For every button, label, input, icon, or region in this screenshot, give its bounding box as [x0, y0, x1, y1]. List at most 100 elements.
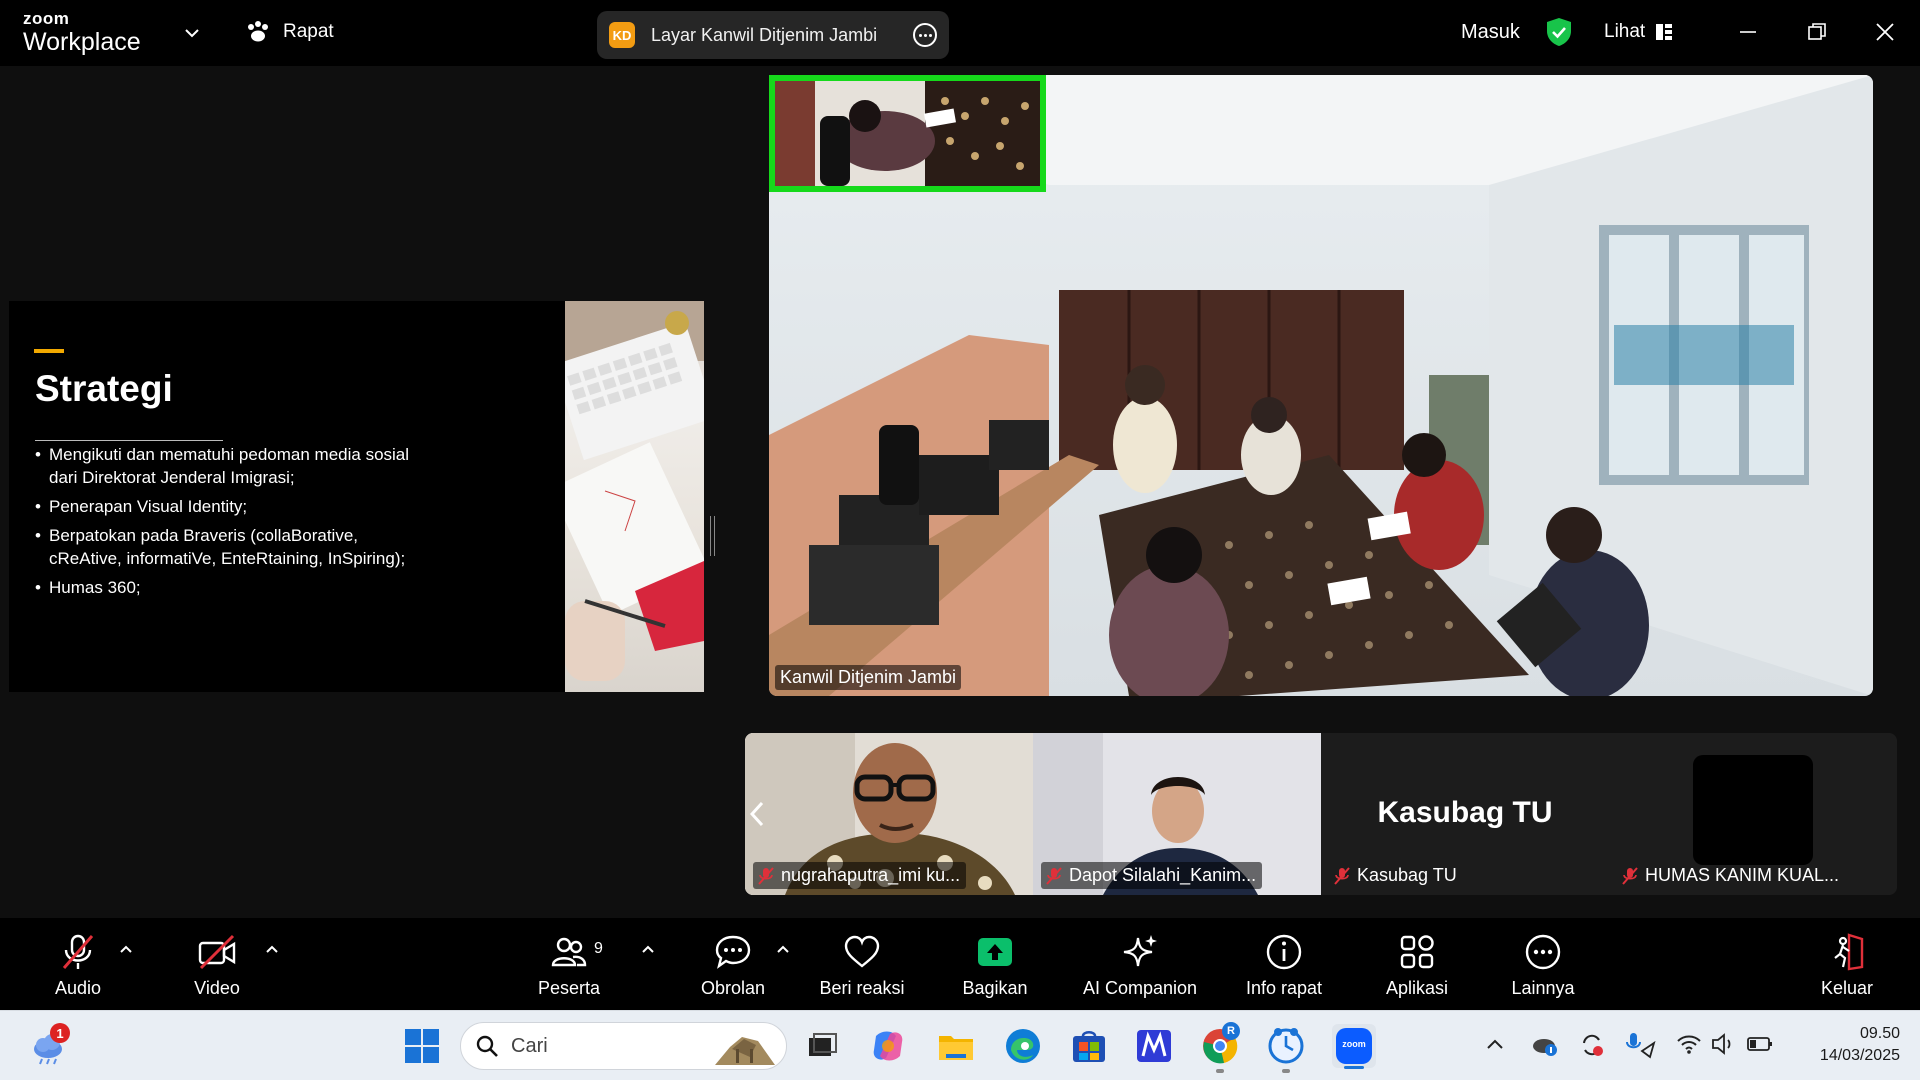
zoom-meeting-window: zoom Workplace Rapat KD Layar Kanwil Dit… [0, 0, 1920, 1080]
clock-time: 09.50 [1859, 1025, 1900, 1042]
participant-name-tag: Dapot Silalahi_Kanim... [1041, 862, 1263, 889]
apps-button[interactable]: Aplikasi [1352, 932, 1482, 999]
participant-name-tag: Kasubag TU [1329, 862, 1463, 889]
reactions-label: Beri reaksi [819, 978, 905, 998]
chrome-button[interactable]: R [1200, 1022, 1240, 1073]
audio-options-caret[interactable] [119, 944, 133, 954]
wifi-icon[interactable] [1676, 1031, 1702, 1057]
search-icon [476, 1035, 498, 1057]
video-button[interactable]: Video [152, 932, 282, 999]
slide-bullet: Berpatokan pada Braveris (collaBorative,… [35, 524, 415, 570]
reactions-button[interactable]: Beri reaksi [797, 932, 927, 999]
ms-store-button[interactable] [1069, 1026, 1109, 1066]
split-view-resize-handle[interactable] [710, 516, 715, 556]
zoom-taskbar-button[interactable]: zoom [1332, 1024, 1376, 1069]
battery-icon[interactable] [1746, 1033, 1774, 1055]
title-rule [35, 440, 223, 441]
task-view-button[interactable] [802, 1026, 842, 1066]
participant-tile[interactable]: Dapot Silalahi_Kanim... [1033, 733, 1321, 895]
chevron-left-icon [750, 801, 764, 827]
tray-overflow-chevron-icon[interactable] [1484, 1033, 1506, 1055]
strip-previous-button[interactable] [747, 795, 767, 833]
slide-bullet: Penerapan Visual Identity; [35, 495, 415, 518]
self-view-active-speaker[interactable] [769, 75, 1046, 192]
meeting-info-button[interactable]: Info rapat [1219, 932, 1349, 999]
share-label: Layar Kanwil Ditjenim Jambi [651, 24, 878, 45]
copilot-button[interactable] [868, 1026, 908, 1066]
onedrive-icon[interactable] [1530, 1032, 1558, 1058]
brand-workplace: Workplace [23, 28, 141, 56]
chevron-down-icon[interactable] [183, 24, 201, 42]
mic-in-use-icon[interactable] [1624, 1031, 1656, 1059]
audio-label: Audio [54, 978, 102, 998]
search-highlight-image [715, 1037, 775, 1065]
apps-icon [1400, 935, 1434, 969]
layout-icon [1656, 24, 1673, 40]
close-icon[interactable] [1871, 18, 1899, 46]
chat-options-caret[interactable] [776, 944, 790, 954]
weather-widget[interactable]: 1 [28, 1023, 72, 1067]
more-button[interactable]: Lainnya [1478, 932, 1608, 999]
video-label: Video [194, 978, 240, 998]
heart-icon [844, 935, 880, 968]
task-view-icon [809, 1033, 837, 1056]
sign-in-button[interactable]: Masuk [1461, 21, 1520, 44]
share-screen-button[interactable]: Bagikan [930, 932, 1060, 999]
paw-icon [248, 21, 268, 42]
camera-off-icon [198, 934, 236, 970]
security-shield-icon[interactable] [1545, 17, 1573, 47]
app-button[interactable] [1266, 1026, 1306, 1073]
slide-bullet: Mengikuti dan mematuhi pedoman media sos… [35, 443, 415, 489]
minimize-icon[interactable] [1734, 18, 1762, 46]
participant-tile[interactable]: Kasubag TU Kasubag TU [1321, 733, 1609, 895]
volume-icon[interactable] [1710, 1031, 1736, 1057]
participant-name: nugrahaputra_imi ku... [781, 865, 961, 885]
restore-icon[interactable] [1803, 18, 1831, 46]
app-button[interactable] [1134, 1026, 1174, 1066]
taskbar-search[interactable] [460, 1022, 787, 1070]
more-label: Lainnya [1511, 978, 1575, 998]
taskbar-clock[interactable]: 09.50 14/03/2025 [1790, 1023, 1900, 1067]
zoom-workplace-logo[interactable]: zoom Workplace [23, 10, 153, 56]
slide-bullet: Humas 360; [35, 576, 415, 599]
chat-icon [715, 935, 751, 969]
edge-icon [1006, 1029, 1040, 1063]
participant-name: Kasubag TU [1357, 865, 1457, 885]
ai-companion-button[interactable]: AI Companion [1075, 932, 1205, 999]
running-indicator [1216, 1069, 1224, 1073]
meeting-controls: Audio Video Peserta 9 Obrolan Beri reaks… [0, 918, 1920, 1010]
participant-video-off [1693, 755, 1813, 865]
windows-taskbar: 1 R [0, 1010, 1920, 1080]
view-button[interactable]: Lihat [1604, 21, 1673, 43]
slide-title: Strategi [35, 368, 173, 409]
app-m-icon [1137, 1030, 1171, 1062]
running-indicator [1282, 1069, 1290, 1073]
participant-tile[interactable]: HUMAS KANIM KUAL... [1609, 733, 1897, 895]
meeting-tab[interactable]: Rapat [245, 20, 334, 44]
sync-icon[interactable] [1578, 1031, 1606, 1059]
shared-screen-slide[interactable]: Strategi Mengikuti dan mematuhi pedoman … [9, 301, 704, 692]
file-explorer-button[interactable] [936, 1026, 976, 1066]
chat-button[interactable]: Obrolan [668, 932, 798, 999]
slide-bullets: Mengikuti dan mematuhi pedoman media sos… [35, 443, 415, 605]
folder-icon [939, 1036, 973, 1060]
edge-browser-button[interactable] [1003, 1026, 1043, 1066]
windows-logo-icon [405, 1029, 439, 1063]
screen-share-indicator[interactable]: KD Layar Kanwil Ditjenim Jambi [597, 11, 949, 59]
participant-tile[interactable]: nugrahaputra_imi ku... [745, 733, 1033, 895]
more-options-icon[interactable] [913, 23, 937, 47]
slide-desk-photo [565, 301, 704, 692]
audio-button[interactable]: Audio [13, 932, 143, 999]
start-button[interactable] [402, 1026, 442, 1066]
leave-label: Keluar [1820, 978, 1874, 998]
search-input[interactable] [511, 1034, 691, 1058]
participant-name-tag: nugrahaputra_imi ku... [753, 862, 967, 889]
participants-options-caret[interactable] [641, 944, 655, 954]
participants-button[interactable]: Peserta 9 [504, 932, 634, 999]
video-options-caret[interactable] [265, 944, 279, 954]
leave-meeting-button[interactable]: Keluar [1782, 932, 1912, 999]
apps-label: Aplikasi [1385, 978, 1449, 998]
title-accent-bar [34, 349, 64, 353]
clock-date: 14/03/2025 [1819, 1047, 1900, 1064]
share-label: Bagikan [962, 978, 1028, 998]
